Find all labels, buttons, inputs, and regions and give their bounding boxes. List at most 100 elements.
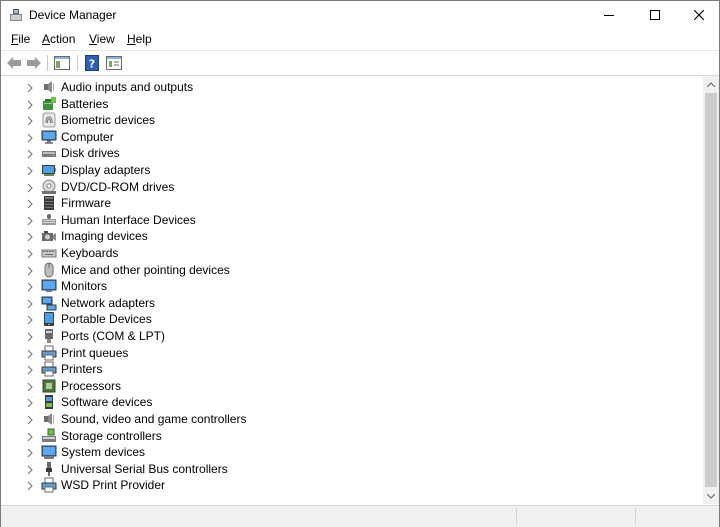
chevron-right-icon[interactable]	[25, 148, 35, 159]
chevron-right-icon[interactable]	[25, 364, 35, 375]
tree-item[interactable]: Imaging devices	[1, 228, 691, 244]
status-bar	[1, 505, 719, 527]
chevron-right-icon[interactable]	[25, 248, 35, 259]
processor-icon	[41, 378, 57, 394]
close-button[interactable]	[676, 1, 720, 29]
portable-device-icon	[41, 311, 57, 327]
chevron-right-icon[interactable]	[25, 198, 35, 209]
vertical-scrollbar[interactable]	[703, 76, 719, 504]
menu-help[interactable]: Help	[125, 32, 154, 46]
back-button[interactable]	[5, 54, 23, 72]
chevron-right-icon[interactable]	[25, 431, 35, 441]
tree-item[interactable]: Print queues	[1, 345, 691, 361]
chevron-right-icon[interactable]	[25, 397, 35, 408]
menu-file[interactable]: File	[9, 32, 32, 46]
tree-item[interactable]: Sound, video and game controllers	[1, 411, 691, 427]
tree-item-label: System devices	[61, 445, 146, 460]
disk-drive-icon	[41, 145, 57, 161]
tree-item-label: Audio inputs and outputs	[61, 80, 194, 94]
tree-item[interactable]: Human Interface Devices	[1, 212, 691, 228]
tree-item[interactable]: Disk drives	[1, 145, 691, 161]
tree-item[interactable]: WSD Print Provider	[1, 477, 691, 493]
tree-item-label: Print queues	[61, 345, 129, 360]
maximize-icon	[649, 10, 660, 20]
chevron-right-icon[interactable]	[25, 82, 35, 93]
chevron-right-icon[interactable]	[25, 132, 35, 143]
tree-item[interactable]: Printers	[1, 361, 691, 377]
help-button[interactable]: ?	[83, 54, 101, 72]
chevron-right-icon[interactable]	[25, 414, 35, 425]
chevron-right-icon[interactable]	[25, 447, 35, 458]
tree-item-label: Biometric devices	[61, 113, 156, 128]
menu-view[interactable]: View	[87, 32, 117, 46]
scroll-up-arrow[interactable]	[703, 76, 719, 92]
tree-item[interactable]: Audio inputs and outputs	[1, 79, 691, 95]
forward-button[interactable]	[25, 54, 43, 72]
chevron-right-icon[interactable]	[25, 231, 35, 242]
title-bar[interactable]: Device Manager	[1, 1, 719, 29]
tree-item-label: Keyboards	[61, 246, 119, 260]
toolbar-separator	[77, 55, 78, 71]
tree-item-label: Printers	[61, 362, 103, 377]
chevron-right-icon[interactable]	[25, 281, 35, 292]
chevron-right-icon[interactable]	[25, 99, 35, 109]
back-arrow-icon	[7, 57, 21, 69]
properties-button[interactable]	[105, 54, 123, 72]
chevron-right-icon[interactable]	[25, 381, 35, 392]
chevron-right-icon[interactable]	[25, 115, 35, 126]
speaker-icon	[41, 411, 57, 427]
tree-item[interactable]: Portable Devices	[1, 311, 691, 327]
tree-item[interactable]: Monitors	[1, 278, 691, 294]
tree-item[interactable]: Batteries	[1, 96, 691, 112]
tree-item[interactable]: Software devices	[1, 394, 691, 410]
tree-item[interactable]: Display adapters	[1, 162, 691, 178]
device-tree[interactable]: Audio inputs and outputs Batteries Biometr…	[1, 76, 703, 504]
software-device-icon	[41, 394, 57, 410]
printer-icon	[41, 345, 57, 361]
battery-icon	[41, 96, 57, 112]
show-hide-console-tree-button[interactable]	[53, 54, 71, 72]
chevron-right-icon[interactable]	[25, 265, 35, 275]
forward-arrow-icon	[27, 57, 41, 69]
tree-item-label: WSD Print Provider	[61, 478, 166, 493]
tree-item[interactable]: Firmware	[1, 195, 691, 211]
menu-bar: File Action View Help	[1, 29, 719, 49]
scrollbar-thumb[interactable]	[705, 93, 717, 487]
scroll-down-arrow[interactable]	[703, 488, 719, 504]
tree-item[interactable]: Mice and other pointing devices	[1, 262, 691, 278]
network-adapter-icon	[41, 295, 57, 311]
chevron-right-icon[interactable]	[25, 165, 35, 176]
tree-item-label: Disk drives	[61, 146, 120, 161]
tree-item-label: DVD/CD-ROM drives	[61, 179, 175, 194]
mouse-icon	[41, 262, 57, 278]
port-icon	[41, 328, 57, 344]
chevron-right-icon[interactable]	[25, 182, 35, 192]
hid-icon	[41, 212, 57, 228]
chevron-right-icon[interactable]	[25, 480, 35, 491]
tree-item[interactable]: Processors	[1, 378, 691, 394]
tree-item[interactable]: Keyboards	[1, 245, 691, 261]
tree-item[interactable]: Computer	[1, 129, 691, 145]
chevron-right-icon[interactable]	[25, 215, 35, 226]
toolbar: ?	[1, 50, 719, 76]
tree-item[interactable]: Biometric devices	[1, 112, 691, 128]
tree-item-label: Sound, video and game controllers	[61, 412, 247, 426]
chevron-right-icon[interactable]	[25, 298, 35, 309]
tree-item[interactable]: Network adapters	[1, 295, 691, 311]
tree-item[interactable]: DVD/CD-ROM drives	[1, 179, 691, 195]
menu-action[interactable]: Action	[40, 32, 77, 46]
chevron-right-icon[interactable]	[25, 331, 35, 342]
maximize-button[interactable]	[632, 1, 677, 29]
minimize-icon	[603, 15, 614, 16]
chevron-right-icon[interactable]	[25, 464, 35, 475]
minimize-button[interactable]	[586, 1, 631, 29]
tree-item[interactable]: System devices	[1, 444, 691, 460]
tree-item[interactable]: Ports (COM & LPT)	[1, 328, 691, 344]
properties-icon	[106, 56, 122, 70]
tree-item[interactable]: Universal Serial Bus controllers	[1, 461, 691, 477]
chevron-right-icon[interactable]	[25, 348, 35, 358]
camera-icon	[41, 228, 57, 244]
chevron-right-icon[interactable]	[25, 314, 35, 325]
chevron-up-icon	[707, 81, 715, 87]
tree-item[interactable]: Storage controllers	[1, 428, 691, 444]
